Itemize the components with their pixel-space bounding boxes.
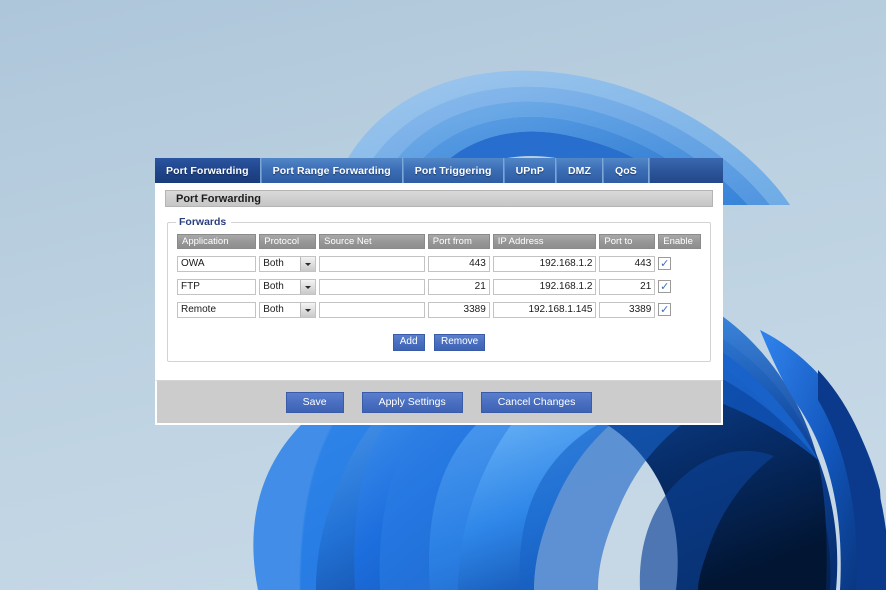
port-to-input[interactable] (599, 255, 656, 272)
protocol-select-value: Both (263, 258, 284, 269)
cell-port-from (427, 299, 490, 318)
tab-upnp[interactable]: UPnP (503, 158, 556, 183)
tab-port-triggering[interactable]: Port Triggering (402, 158, 504, 183)
source-net-input[interactable] (319, 255, 425, 272)
port-from-input[interactable] (427, 255, 490, 272)
cell-protocol: Both (259, 299, 317, 318)
port-to-input[interactable] (599, 301, 656, 318)
router-config-window: Port Forwarding Port Range Forwarding Po… (155, 158, 723, 425)
tab-label: Port Triggering (414, 164, 492, 177)
add-button[interactable]: Add (392, 334, 425, 351)
forwards-table: Application Protocol Source Net Port fro… (174, 230, 704, 322)
cell-ip-address (492, 276, 597, 295)
column-header-protocol: Protocol (259, 234, 317, 249)
protocol-select[interactable]: Both (259, 256, 317, 272)
tab-port-forwarding[interactable]: Port Forwarding (155, 158, 261, 183)
source-net-input[interactable] (319, 301, 425, 318)
cell-enable: ✓ (658, 253, 701, 272)
enable-checkbox[interactable]: ✓ (658, 302, 672, 316)
cell-enable: ✓ (658, 276, 701, 295)
save-button[interactable]: Save (285, 391, 344, 413)
tab-label: Port Range Forwarding (272, 164, 391, 177)
apply-settings-button[interactable]: Apply Settings (361, 391, 463, 413)
cell-application (177, 276, 257, 295)
application-input[interactable] (177, 255, 257, 272)
checkmark-icon: ✓ (660, 256, 670, 270)
tab-bar: Port Forwarding Port Range Forwarding Po… (155, 158, 723, 183)
application-input[interactable] (177, 301, 257, 318)
column-header-source-net: Source Net (319, 234, 425, 249)
tab-bar-filler (648, 158, 723, 183)
tab-port-range-forwarding[interactable]: Port Range Forwarding (260, 158, 403, 183)
cell-port-from (427, 253, 490, 272)
cell-application (177, 299, 257, 318)
ip-address-input[interactable] (492, 278, 597, 295)
cell-port-to (599, 299, 656, 318)
cancel-changes-button[interactable]: Cancel Changes (480, 391, 593, 413)
table-row: Both (177, 276, 701, 295)
cell-port-to (599, 253, 656, 272)
column-header-port-to: Port to (599, 234, 656, 249)
forwards-legend: Forwards (179, 216, 227, 228)
forwards-fieldset: Forwards Application Protocol Source Net (167, 216, 711, 362)
cell-application (177, 253, 257, 272)
cell-source-net (319, 299, 425, 318)
chevron-down-icon (300, 257, 316, 271)
column-header-application: Application (177, 234, 257, 249)
enable-checkbox[interactable]: ✓ (658, 279, 672, 293)
tab-label: DMZ (567, 164, 592, 177)
cell-port-from (427, 276, 490, 295)
cell-source-net (319, 253, 425, 272)
port-to-input[interactable] (599, 278, 656, 295)
table-header-row: Application Protocol Source Net Port fro… (177, 234, 701, 249)
chevron-down-icon (300, 303, 316, 317)
protocol-select-value: Both (263, 281, 284, 292)
protocol-select[interactable]: Both (259, 279, 317, 295)
page-body: Port Forwarding Forwards Application Pro… (155, 183, 723, 381)
ip-address-input[interactable] (492, 301, 597, 318)
table-row: Both (177, 299, 701, 318)
checkmark-icon: ✓ (660, 302, 670, 316)
column-header-ip-address: IP Address (492, 234, 597, 249)
cell-enable: ✓ (658, 299, 701, 318)
cell-ip-address (492, 253, 597, 272)
page-title: Port Forwarding (165, 190, 713, 207)
cell-port-to (599, 276, 656, 295)
tab-dmz[interactable]: DMZ (555, 158, 604, 183)
protocol-select[interactable]: Both (259, 302, 317, 318)
application-input[interactable] (177, 278, 257, 295)
cell-ip-address (492, 299, 597, 318)
cell-source-net (319, 276, 425, 295)
cell-protocol: Both (259, 276, 317, 295)
port-from-input[interactable] (427, 301, 490, 318)
tab-label: UPnP (515, 164, 544, 177)
footer-action-bar: Save Apply Settings Cancel Changes (155, 381, 723, 425)
tab-label: Port Forwarding (166, 164, 249, 177)
column-header-enable: Enable (658, 234, 701, 249)
row-actions: Add Remove (174, 331, 704, 351)
remove-button[interactable]: Remove (434, 334, 486, 351)
chevron-down-icon (300, 280, 316, 294)
tab-qos[interactable]: QoS (603, 158, 649, 183)
ip-address-input[interactable] (492, 255, 597, 272)
cell-protocol: Both (259, 253, 317, 272)
checkmark-icon: ✓ (660, 279, 670, 293)
source-net-input[interactable] (319, 278, 425, 295)
enable-checkbox[interactable]: ✓ (658, 256, 672, 270)
protocol-select-value: Both (263, 304, 284, 315)
table-row: Both (177, 253, 701, 272)
column-header-port-from: Port from (427, 234, 490, 249)
tab-label: QoS (615, 164, 637, 177)
port-from-input[interactable] (427, 278, 490, 295)
